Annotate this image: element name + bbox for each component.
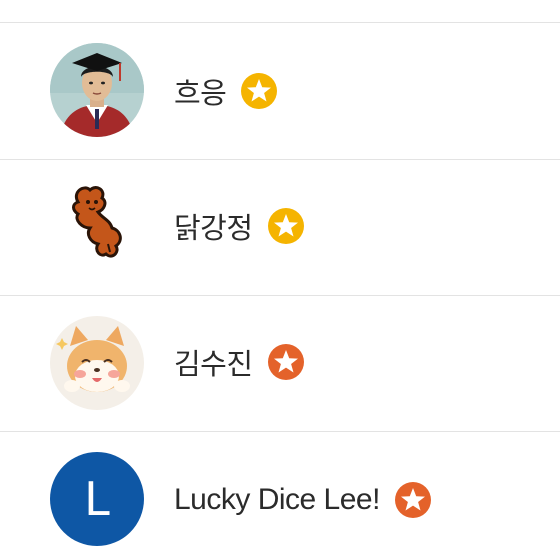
star-icon (241, 73, 278, 109)
student-photo-avatar[interactable] (50, 43, 144, 137)
avatar-initial: L (84, 472, 110, 526)
fried-chicken-avatar[interactable] (50, 180, 144, 274)
user-list: 흐응 닭강정 김수진 L Lucky Dice Lee! (0, 0, 560, 560)
star-icon (267, 344, 304, 380)
shiba-dog-avatar[interactable] (50, 316, 144, 410)
user-row-1[interactable]: 흐응 (0, 23, 560, 159)
star-icon (394, 482, 431, 518)
user-name: Lucky Dice Lee! (174, 483, 380, 516)
star-icon (267, 208, 304, 244)
user-row-3[interactable]: 김수진 (0, 296, 560, 432)
user-name: 닭강정 (174, 211, 253, 245)
user-name: 김수진 (174, 347, 253, 381)
user-row-4[interactable]: L Lucky Dice Lee! (0, 432, 560, 560)
user-name: 흐응 (174, 76, 227, 110)
letter-avatar[interactable]: L (50, 452, 144, 546)
user-row-2[interactable]: 닭강정 (0, 160, 560, 296)
